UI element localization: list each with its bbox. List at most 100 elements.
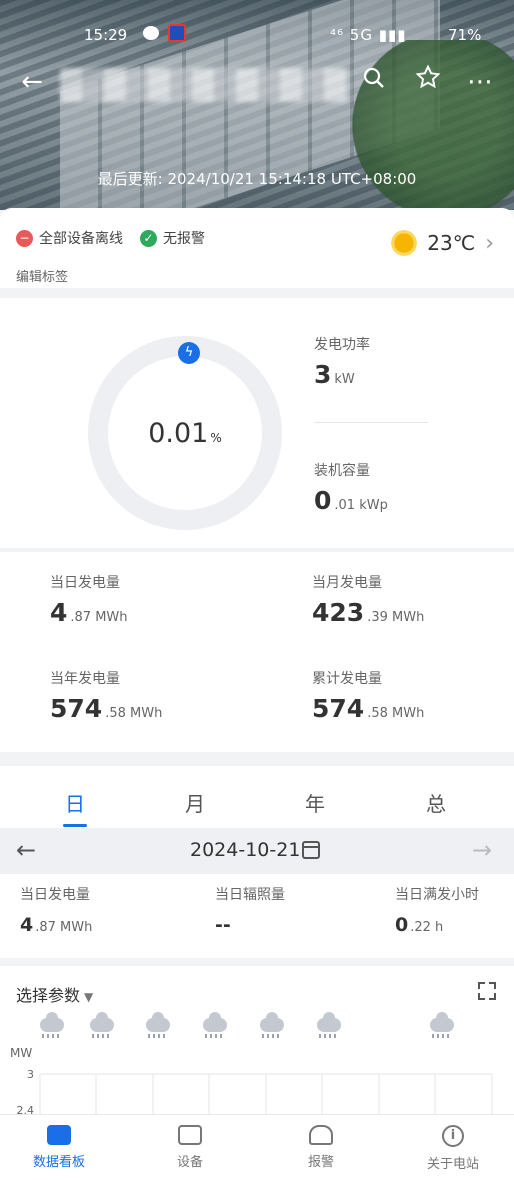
energy-yearly-number: 574: [50, 694, 103, 723]
previous-date-arrow-icon[interactable]: ←: [16, 836, 36, 864]
info-icon: i: [442, 1125, 464, 1147]
alarm-status-label: 无报警: [163, 231, 205, 247]
power-ratio-value: 0.01%: [108, 418, 262, 449]
favorite-star-icon[interactable]: [408, 62, 448, 102]
cloud-icon: [260, 1012, 284, 1038]
day-energy-value: 4.87 MWh: [20, 914, 92, 936]
energy-monthly-label: 当月发电量: [312, 575, 382, 591]
cloud-icon: [90, 1012, 114, 1038]
power-ratio-unit: %: [210, 431, 222, 445]
status-card: − 全部设备离线 ✓ 无报警 23℃ › 编辑标签: [0, 208, 514, 288]
energy-monthly-unit: .39 MWh: [367, 610, 425, 625]
calendar-icon[interactable]: [302, 841, 320, 859]
cloud-icon: [317, 1012, 341, 1038]
dashboard-icon: [47, 1125, 71, 1145]
tab-year[interactable]: 年: [295, 788, 335, 817]
tab-day[interactable]: 日: [55, 788, 95, 817]
energy-daily-unit: .87 MWh: [70, 610, 128, 625]
day-stat-full-hours: 当日满发小时 0.22 h: [395, 884, 479, 936]
energy-daily-value: 4.87 MWh: [50, 598, 128, 627]
day-energy-unit: .87 MWh: [35, 920, 93, 935]
power-label: 发电功率: [314, 337, 370, 353]
stat-divider: [314, 422, 428, 423]
status-time: 15:29: [84, 26, 128, 44]
active-tab-indicator: [63, 824, 87, 827]
energy-stat-yearly: 当年发电量 574.58 MWh: [50, 668, 162, 723]
day-irradiation-label: 当日辐照量: [215, 887, 285, 903]
tab-month[interactable]: 月: [175, 788, 215, 817]
power-number: 3: [314, 360, 332, 389]
day-energy-label: 当日发电量: [20, 887, 90, 903]
weather-widget[interactable]: 23℃ ›: [389, 228, 494, 258]
nav-devices[interactable]: 设备: [135, 1125, 245, 1170]
top-navbar: ← ⋯: [0, 62, 514, 106]
energy-stat-daily: 当日发电量 4.87 MWh: [50, 572, 128, 627]
power-chart-card: 选择参数 ▼ MW 3 2.4: [0, 966, 514, 1116]
energy-stat-monthly: 当月发电量 423.39 MWh: [312, 572, 424, 627]
selected-date[interactable]: 2024-10-21: [190, 839, 300, 861]
check-icon: ✓: [140, 229, 157, 247]
energy-total-label: 累计发电量: [312, 671, 382, 687]
fullscreen-icon[interactable]: [478, 982, 496, 1000]
day-hours-number: 0: [395, 914, 409, 936]
next-date-arrow-icon[interactable]: →: [472, 836, 492, 864]
parameter-select[interactable]: 选择参数 ▼: [16, 982, 93, 1006]
day-hours-value: 0.22 h: [395, 914, 479, 936]
last-update-text: 最后更新: 2024/10/21 15:14:18 UTC+08:00: [97, 170, 417, 188]
cloud-icon: [146, 1012, 170, 1038]
energy-summary-card: 当日发电量 4.87 MWh 当月发电量 423.39 MWh 当年发电量 57…: [0, 552, 514, 752]
power-chart-svg: 32.4: [17, 1068, 493, 1116]
lightning-bolt-icon: ϟ: [178, 342, 200, 364]
power-ratio-number: 0.01: [148, 418, 209, 449]
parameter-select-label: 选择参数: [16, 986, 81, 1005]
nav-dashboard[interactable]: 数据看板: [4, 1125, 114, 1170]
signal-icons: ⁴⁶ 5G ▮▮▮: [330, 26, 407, 44]
station-hero-header: 15:29 ⁴⁶ 5G ▮▮▮ 71% ← ⋯ 最后更新: 2024/10/21…: [0, 0, 514, 210]
alarm-status: ✓ 无报警: [140, 228, 205, 248]
wechat-icon: [143, 26, 159, 40]
day-stat-irradiation: 当日辐照量 --: [215, 884, 285, 936]
chevron-right-icon: ›: [485, 230, 494, 256]
tab-total[interactable]: 总: [416, 788, 456, 817]
day-hours-unit: .22 h: [410, 920, 444, 935]
energy-yearly-label: 当年发电量: [50, 671, 120, 687]
search-icon[interactable]: [354, 62, 394, 102]
offline-status-label: 全部设备离线: [39, 231, 123, 247]
energy-total-number: 574: [312, 694, 365, 723]
nav-about-label: 关于电站: [426, 1157, 479, 1172]
nav-alarms[interactable]: 报警: [266, 1125, 376, 1170]
power-ratio-ring: 0.01%: [88, 336, 282, 530]
power-gauge-card: 0.01% ϟ 发电功率 3 kW 装机容量 0.01 kWp: [0, 298, 514, 548]
nav-about-station[interactable]: i 关于电站: [398, 1125, 508, 1172]
more-options-icon[interactable]: ⋯: [460, 62, 500, 102]
energy-total-value: 574.58 MWh: [312, 694, 424, 723]
caret-down-icon: ▼: [84, 990, 94, 1004]
station-name-blurred: [60, 68, 350, 102]
day-stat-energy: 当日发电量 4.87 MWh: [20, 884, 92, 936]
edit-tags-link[interactable]: 编辑标签: [16, 266, 68, 285]
offline-minus-icon: −: [16, 229, 33, 247]
offline-status: − 全部设备离线: [16, 228, 123, 248]
day-energy-number: 4: [20, 914, 34, 936]
y-tick-label: 3: [27, 1068, 34, 1081]
day-irradiation-number: --: [215, 914, 231, 936]
capacity-unit: .01 kWp: [334, 498, 388, 513]
date-navigator: ← 2024-10-21 →: [0, 828, 514, 874]
capacity-number: 0: [314, 486, 332, 515]
capacity-label: 装机容量: [314, 463, 370, 479]
power-value: 3 kW: [314, 360, 370, 389]
nav-alarms-label: 报警: [307, 1155, 334, 1170]
ring-center: 0.01%: [108, 356, 262, 510]
battery-level: 71%: [448, 26, 482, 44]
power-unit: kW: [334, 372, 355, 387]
energy-yearly-unit: .58 MWh: [105, 706, 163, 721]
energy-total-unit: .58 MWh: [367, 706, 425, 721]
energy-monthly-value: 423.39 MWh: [312, 598, 424, 627]
energy-yearly-value: 574.58 MWh: [50, 694, 162, 723]
bottom-navigation: 数据看板 设备 报警 i 关于电站: [0, 1114, 514, 1180]
nav-devices-label: 设备: [176, 1155, 203, 1170]
power-stat: 发电功率 3 kW: [314, 334, 370, 389]
nav-dashboard-label: 数据看板: [32, 1155, 85, 1170]
cloud-icon: [40, 1012, 64, 1038]
back-arrow-icon[interactable]: ←: [12, 62, 52, 102]
